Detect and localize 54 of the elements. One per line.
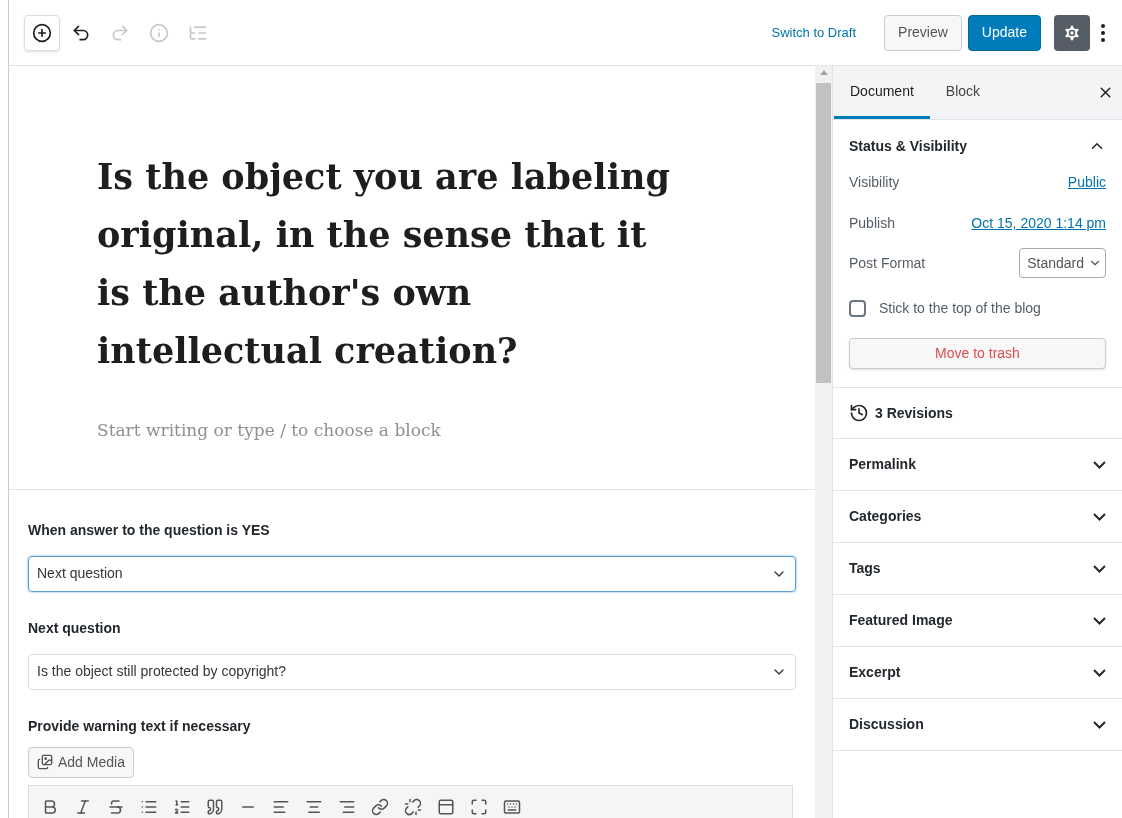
field-label: When answer to the question is YES [28, 520, 271, 540]
panel-header[interactable]: Categories [833, 491, 1122, 543]
publish-date-link[interactable]: Oct 15, 2020 1:14 pm [971, 213, 1106, 238]
read-more-icon[interactable] [437, 797, 455, 816]
fullscreen-icon[interactable] [470, 797, 488, 816]
strikethrough-icon[interactable] [107, 797, 125, 816]
publish-label: Publish [849, 214, 895, 233]
add-block-button[interactable] [24, 14, 60, 51]
select-field[interactable]: Is the object still protected by copyright? [28, 653, 796, 690]
panel-header[interactable]: Excerpt [833, 647, 1122, 699]
undo-icon [71, 22, 91, 43]
select-field[interactable]: Next question [28, 555, 796, 592]
expand-icon [1093, 564, 1106, 573]
field-label: Next question [28, 618, 122, 638]
expand-icon [1093, 720, 1106, 729]
switch-to-draft-link[interactable]: Switch to Draft [771, 22, 857, 43]
preview-button[interactable]: Preview [884, 14, 962, 51]
add-block-icon [32, 22, 52, 43]
panel-header[interactable]: Status & Visibility [849, 120, 1106, 172]
sticky-checkbox[interactable] [849, 300, 866, 317]
panel-header[interactable]: Permalink [833, 439, 1122, 491]
info-icon [149, 22, 169, 43]
panel-header[interactable]: Discussion [833, 699, 1122, 751]
sticky-label: Stick to the top of the blog [879, 299, 1041, 318]
unlink-icon[interactable] [404, 797, 422, 816]
revisions-link[interactable]: 3 Revisions [875, 402, 953, 424]
sidebar-tab[interactable]: Block [929, 66, 997, 119]
link-icon[interactable] [371, 797, 389, 816]
visibility-link[interactable]: Public [1067, 172, 1106, 197]
panel-header[interactable]: Tags [833, 543, 1122, 595]
expand-icon [1093, 512, 1106, 521]
redo-icon [110, 22, 130, 43]
media-icon [37, 754, 53, 770]
quote-icon[interactable] [206, 797, 224, 816]
update-button[interactable]: Update [967, 14, 1041, 51]
post-format-label: Post Format [849, 253, 926, 273]
visibility-label: Visibility [849, 173, 900, 192]
toolbar-toggle-icon[interactable] [503, 797, 521, 816]
revisions-icon [849, 403, 869, 423]
post-title[interactable]: Is the object you are labeling original, in the sense that it is the author's own intellectual creation? [97, 148, 687, 380]
move-to-trash-button[interactable]: Move to trash [849, 338, 1106, 369]
expand-icon [1093, 460, 1106, 469]
add-media-button[interactable]: Add Media [28, 746, 134, 778]
settings-button[interactable] [1054, 14, 1090, 51]
more-icon [1101, 23, 1105, 42]
expand-icon [1093, 616, 1106, 625]
italic-icon[interactable] [74, 797, 92, 816]
numbered-list-icon[interactable] [173, 797, 191, 816]
settings-icon [1062, 22, 1082, 43]
sidebar-tab[interactable]: Document [834, 66, 930, 119]
field-label: Provide warning text if necessary [28, 716, 252, 736]
expand-icon [1093, 668, 1106, 677]
post-format-select[interactable]: Standard [1019, 248, 1106, 278]
panel-header[interactable]: Featured Image [833, 595, 1122, 647]
